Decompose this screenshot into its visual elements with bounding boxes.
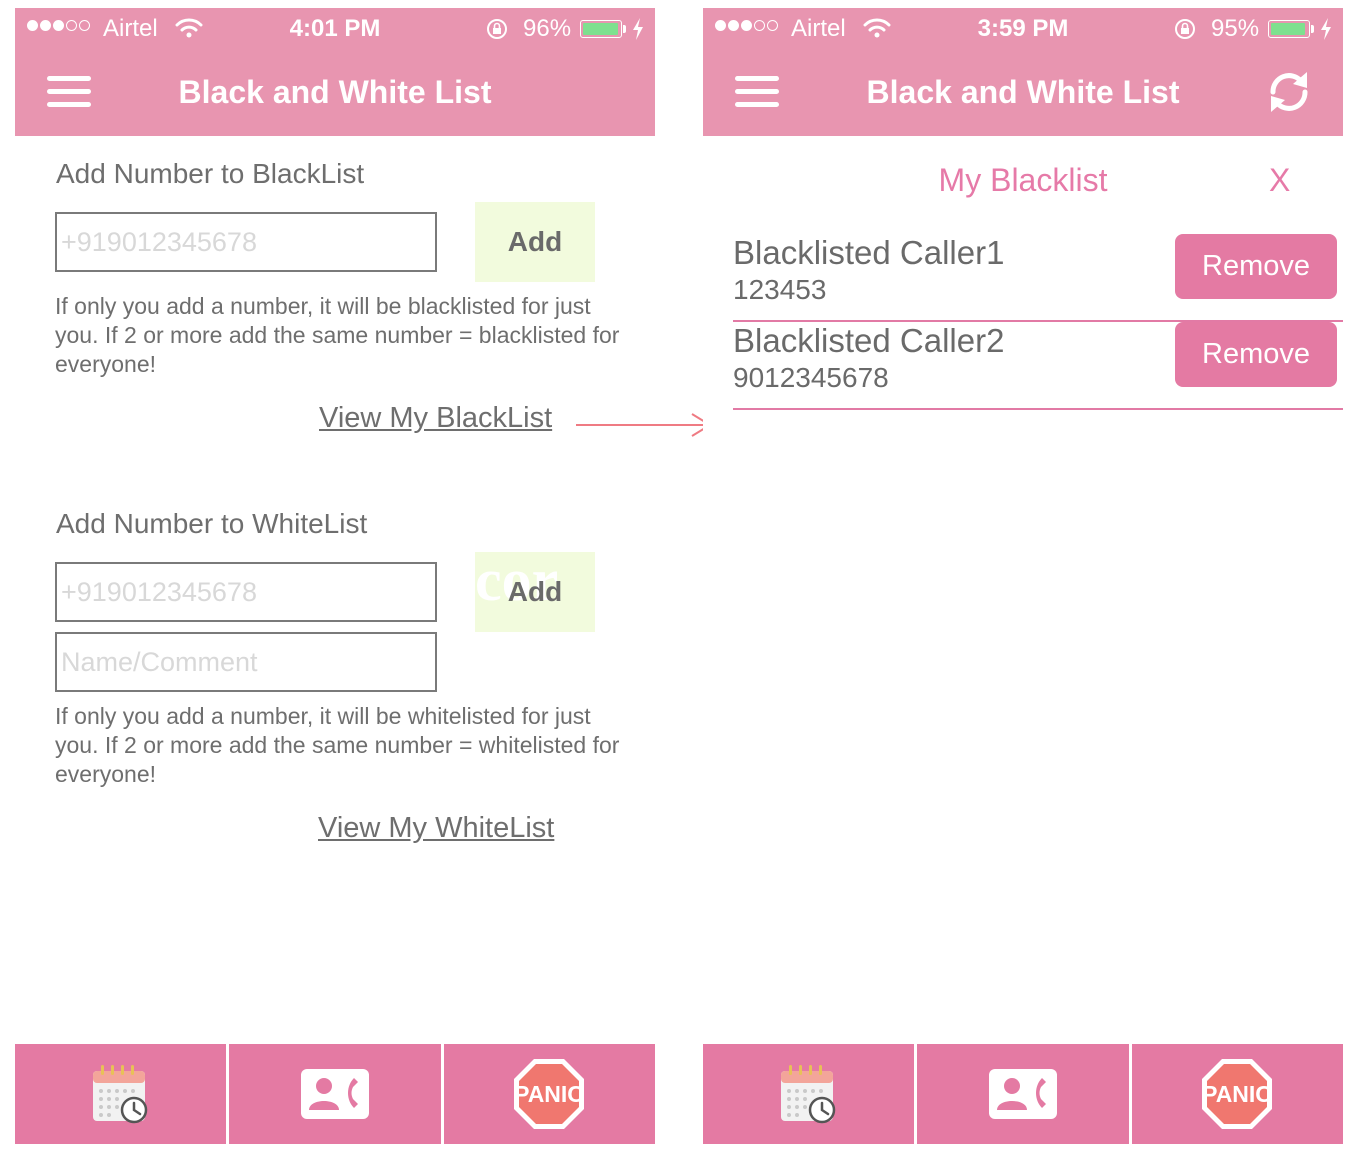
add-whitelist-button[interactable]: cor Add [475, 552, 595, 632]
remove-button[interactable]: Remove [1175, 322, 1337, 387]
navigation-bar: Black and White List [703, 50, 1343, 136]
status-bar: Airtel 3:59 PM 95% [703, 8, 1343, 50]
calendar-clock-icon [92, 1065, 147, 1124]
tab-panic[interactable]: PANIC [440, 1044, 655, 1144]
view-blacklist-link[interactable]: View My BlackList [319, 402, 552, 435]
navigation-arrow-icon [576, 413, 712, 437]
contact-call-icon [988, 1069, 1057, 1119]
battery-icon [1268, 20, 1310, 38]
caller-number: 123453 [733, 274, 827, 305]
whitelist-help-text: If only you add a number, it will be whi… [55, 703, 620, 787]
remove-button[interactable]: Remove [1175, 234, 1337, 299]
rotation-lock-icon [485, 17, 509, 48]
calendar-clock-icon [780, 1065, 835, 1124]
tab-bar: PANIC [15, 1044, 655, 1144]
tab-schedule[interactable] [703, 1044, 914, 1144]
add-blacklist-button[interactable]: Add [475, 202, 595, 282]
blacklist-heading: Add Number to BlackList [56, 158, 365, 189]
status-bar: Airtel 4:01 PM 96% [15, 8, 655, 50]
caller-number: 9012345678 [733, 362, 889, 393]
tab-panic[interactable]: PANIC [1128, 1044, 1343, 1144]
tab-contacts[interactable] [226, 1044, 440, 1144]
blacklist-number-input[interactable] [55, 212, 437, 272]
add-numbers-screen: Airtel 4:01 PM 96% Black and White List … [15, 8, 655, 1144]
navigation-bar: Black and White List [15, 50, 655, 136]
blacklist-title: My Blacklist [938, 162, 1108, 198]
refresh-icon[interactable] [1263, 66, 1315, 118]
charging-icon [1320, 18, 1332, 47]
blacklist-row: Blacklisted Caller2 9012345678 Remove [733, 322, 1343, 410]
charging-icon [632, 18, 644, 47]
whitelist-number-input[interactable] [55, 562, 437, 622]
caller-name: Blacklisted Caller2 [733, 322, 1005, 359]
svg-text:PANIC: PANIC [1202, 1081, 1272, 1107]
my-blacklist-screen: Airtel 3:59 PM 95% Black and White List [703, 8, 1343, 1144]
blacklist-row: Blacklisted Caller1 123453 Remove [733, 234, 1343, 322]
page-title: Black and White List [178, 74, 492, 110]
battery-percent: 96% [523, 15, 572, 42]
whitelist-comment-input[interactable] [55, 632, 437, 692]
panic-stop-icon: PANIC [514, 1059, 585, 1129]
battery-percent: 95% [1211, 15, 1260, 42]
page-title: Black and White List [866, 74, 1180, 110]
contact-call-icon [300, 1069, 369, 1119]
tab-bar: PANIC [703, 1044, 1343, 1144]
tab-schedule[interactable] [15, 1044, 226, 1144]
rotation-lock-icon [1173, 17, 1197, 48]
tab-contacts[interactable] [914, 1044, 1128, 1144]
battery-icon [580, 20, 622, 38]
view-whitelist-link[interactable]: View My WhiteList [318, 812, 554, 845]
panic-stop-icon: PANIC [1202, 1059, 1273, 1129]
close-button[interactable]: X [1269, 162, 1290, 199]
caller-name: Blacklisted Caller1 [733, 234, 1005, 271]
whitelist-heading: Add Number to WhiteList [56, 508, 368, 539]
svg-text:PANIC: PANIC [514, 1081, 584, 1107]
blacklist-help-text: If only you add a number, it will be bla… [55, 293, 620, 377]
